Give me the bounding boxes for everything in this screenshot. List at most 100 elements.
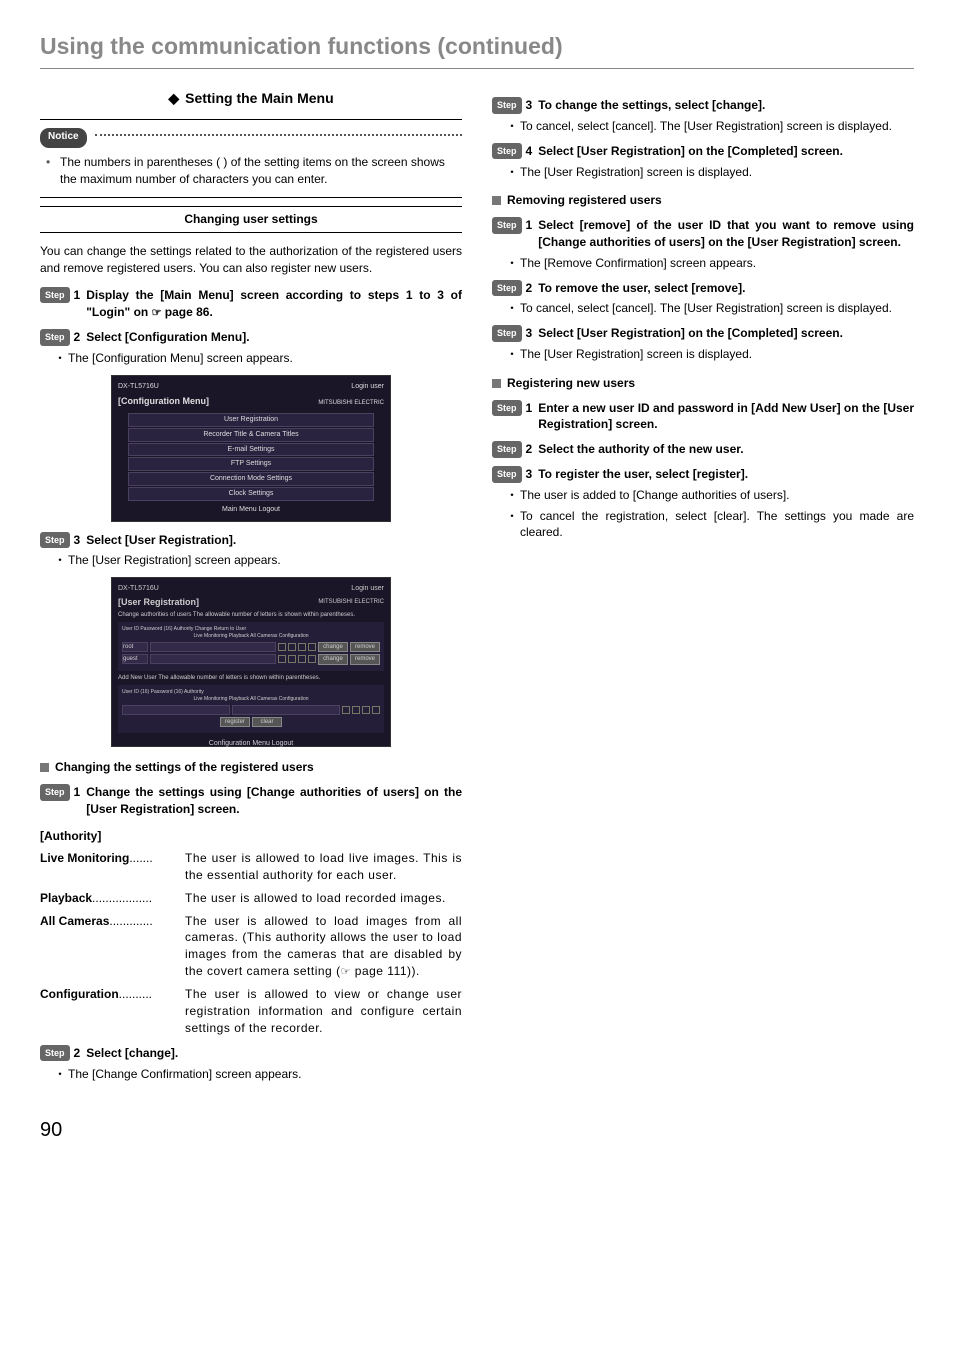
mock2-login: Login user (351, 584, 384, 594)
new-step-2: Step 2 Select the authority of the new u… (492, 441, 914, 458)
auth-term: Live Monitoring (40, 850, 129, 884)
mock-bottom: Main Menu Logout (118, 505, 384, 515)
new-step-3-bullet-1: The user is added to [Change authorities… (520, 487, 914, 504)
reference-icon: ☞ (152, 306, 162, 321)
mock-row: User Registration (128, 413, 374, 427)
mock2-brand: MITSUBISHI ELECTRIC (318, 598, 384, 606)
step-text: Select [User Registration]. (86, 532, 462, 549)
step-text: Select the authority of the new user. (538, 441, 914, 458)
step-badge: Step (492, 400, 522, 417)
step-text: Change the settings using [Change author… (86, 784, 462, 818)
authority-live-monitoring: Live Monitoring....... The user is allow… (40, 850, 462, 884)
auth-def: The user is allowed to view or change us… (185, 986, 462, 1036)
removing-users-header: Removing registered users (492, 192, 914, 209)
step-3: Step 3 Select [User Registration]. (40, 532, 462, 549)
step-badge: Step (492, 466, 522, 483)
remove-step-3: Step 3 Select [User Registration] on the… (492, 325, 914, 342)
notice-text: The numbers in parentheses ( ) of the se… (60, 154, 462, 188)
step-badge: Step (40, 329, 70, 346)
sub-section-label: Registering new users (507, 375, 635, 392)
two-column-layout: ◆ Setting the Main Menu Notice The number… (40, 89, 914, 1086)
mock2-authcols2: Live Monitoring Playback All Cameras Con… (122, 696, 380, 703)
mock2-addlabel: Add New User The allowable number of let… (118, 674, 384, 682)
step-number: 2 (74, 1045, 81, 1062)
mock-change-btn: change (318, 654, 348, 664)
remove-step-1-bullet: The [Remove Confirmation] screen appears… (520, 255, 914, 272)
section-header-text: Setting the Main Menu (185, 90, 334, 106)
dots: ............. (109, 913, 185, 981)
step-number: 2 (526, 441, 533, 458)
step-number: 1 (74, 784, 81, 801)
auth-def: The user is allowed to load recorded ima… (185, 890, 462, 907)
user-registration-screenshot: DX-TL5716U Login user [User Registration… (111, 577, 391, 747)
step-text: Enter a new user ID and password in [Add… (538, 400, 914, 434)
right-step-3-bullet: To cancel, select [cancel]. The [User Re… (520, 118, 914, 135)
mock-register-btn: register (220, 717, 250, 727)
diamond-icon: ◆ (168, 90, 179, 106)
left-step-2b: Step 2 Select [change]. (40, 1045, 462, 1062)
auth-term: All Cameras (40, 913, 109, 981)
step-badge: Step (40, 784, 70, 801)
step-badge: Step (492, 441, 522, 458)
mock2-headers: User ID Password (16) Authority Change R… (122, 626, 380, 633)
registering-users-header: Registering new users (492, 375, 914, 392)
step-number: 3 (526, 97, 533, 114)
square-icon (40, 763, 49, 772)
mock-model: DX-TL5716U (118, 382, 159, 392)
notice-badge: Notice (40, 128, 87, 148)
remove-step-2: Step 2 To remove the user, select [remov… (492, 280, 914, 297)
step-text: To remove the user, select [remove]. (538, 280, 914, 297)
authority-playback: Playback.................. The user is a… (40, 890, 462, 907)
remove-step-3-bullet: The [User Registration] screen is displa… (520, 346, 914, 363)
def-pre: The user is allowed to load images from … (185, 914, 462, 978)
step-1-text-b: page 86. (161, 305, 212, 319)
square-icon (492, 196, 501, 205)
step-badge: Step (492, 280, 522, 297)
authority-all-cameras: All Cameras............. The user is all… (40, 913, 462, 981)
config-menu-screenshot: DX-TL5716U Login user [Configuration Men… (111, 375, 391, 522)
authority-heading: [Authority] (40, 828, 462, 845)
mock-change-btn: change (318, 642, 348, 652)
right-step-3: Step 3 To change the settings, select [c… (492, 97, 914, 114)
step-text: Select [User Registration] on the [Compl… (538, 325, 914, 342)
mock2-subtitle: Change authorities of users The allowabl… (118, 611, 384, 619)
auth-term: Playback (40, 890, 92, 907)
dots: .......... (119, 986, 185, 1036)
step-badge: Step (492, 217, 522, 234)
step-number: 1 (526, 400, 533, 417)
step-badge: Step (40, 1045, 70, 1062)
step-badge: Step (40, 287, 70, 304)
step-text: Select [User Registration] on the [Compl… (538, 143, 914, 160)
dots: ....... (129, 850, 185, 884)
remove-step-1: Step 1 Select [remove] of the user ID th… (492, 217, 914, 251)
dots: .................. (92, 890, 185, 907)
left-step-2b-bullet: The [Change Confirmation] screen appears… (68, 1066, 462, 1083)
right-step-4: Step 4 Select [User Registration] on the… (492, 143, 914, 160)
mock-brand: MITSUBISHI ELECTRIC (318, 399, 384, 407)
step-number: 2 (526, 280, 533, 297)
mock2-addheaders: User ID (16) Password (16) Authority (122, 689, 380, 696)
mock-row: E-mail Settings (128, 443, 374, 457)
auth-term: Configuration (40, 986, 119, 1036)
remove-step-2-bullet: To cancel, select [cancel]. The [User Re… (520, 300, 914, 317)
right-step-4-bullet: The [User Registration] screen is displa… (520, 164, 914, 181)
authority-configuration: Configuration.......... The user is allo… (40, 986, 462, 1036)
step-badge: Step (492, 325, 522, 342)
step-text: To register the user, select [register]. (538, 466, 914, 483)
step-text: Display the [Main Menu] screen according… (86, 287, 462, 321)
step-number: 4 (526, 143, 533, 160)
step-1: Step 1 Display the [Main Menu] screen ac… (40, 287, 462, 321)
page-number: 90 (40, 1116, 914, 1144)
step-number: 2 (74, 329, 81, 346)
mock2-model: DX-TL5716U (118, 584, 159, 594)
mock-row: Recorder Title & Camera Titles (128, 428, 374, 442)
new-step-3: Step 3 To register the user, select [reg… (492, 466, 914, 483)
mock-clear-btn: clear (252, 717, 282, 727)
mock2-table1: User ID Password (16) Authority Change R… (118, 622, 384, 671)
section-header: ◆ Setting the Main Menu (40, 89, 462, 109)
auth-def: The user is allowed to load images from … (185, 913, 462, 981)
square-icon (492, 379, 501, 388)
step-badge: Step (492, 143, 522, 160)
mock2-title: [User Registration] (118, 596, 199, 609)
step-2-bullet: The [Configuration Menu] screen appears. (68, 350, 462, 367)
